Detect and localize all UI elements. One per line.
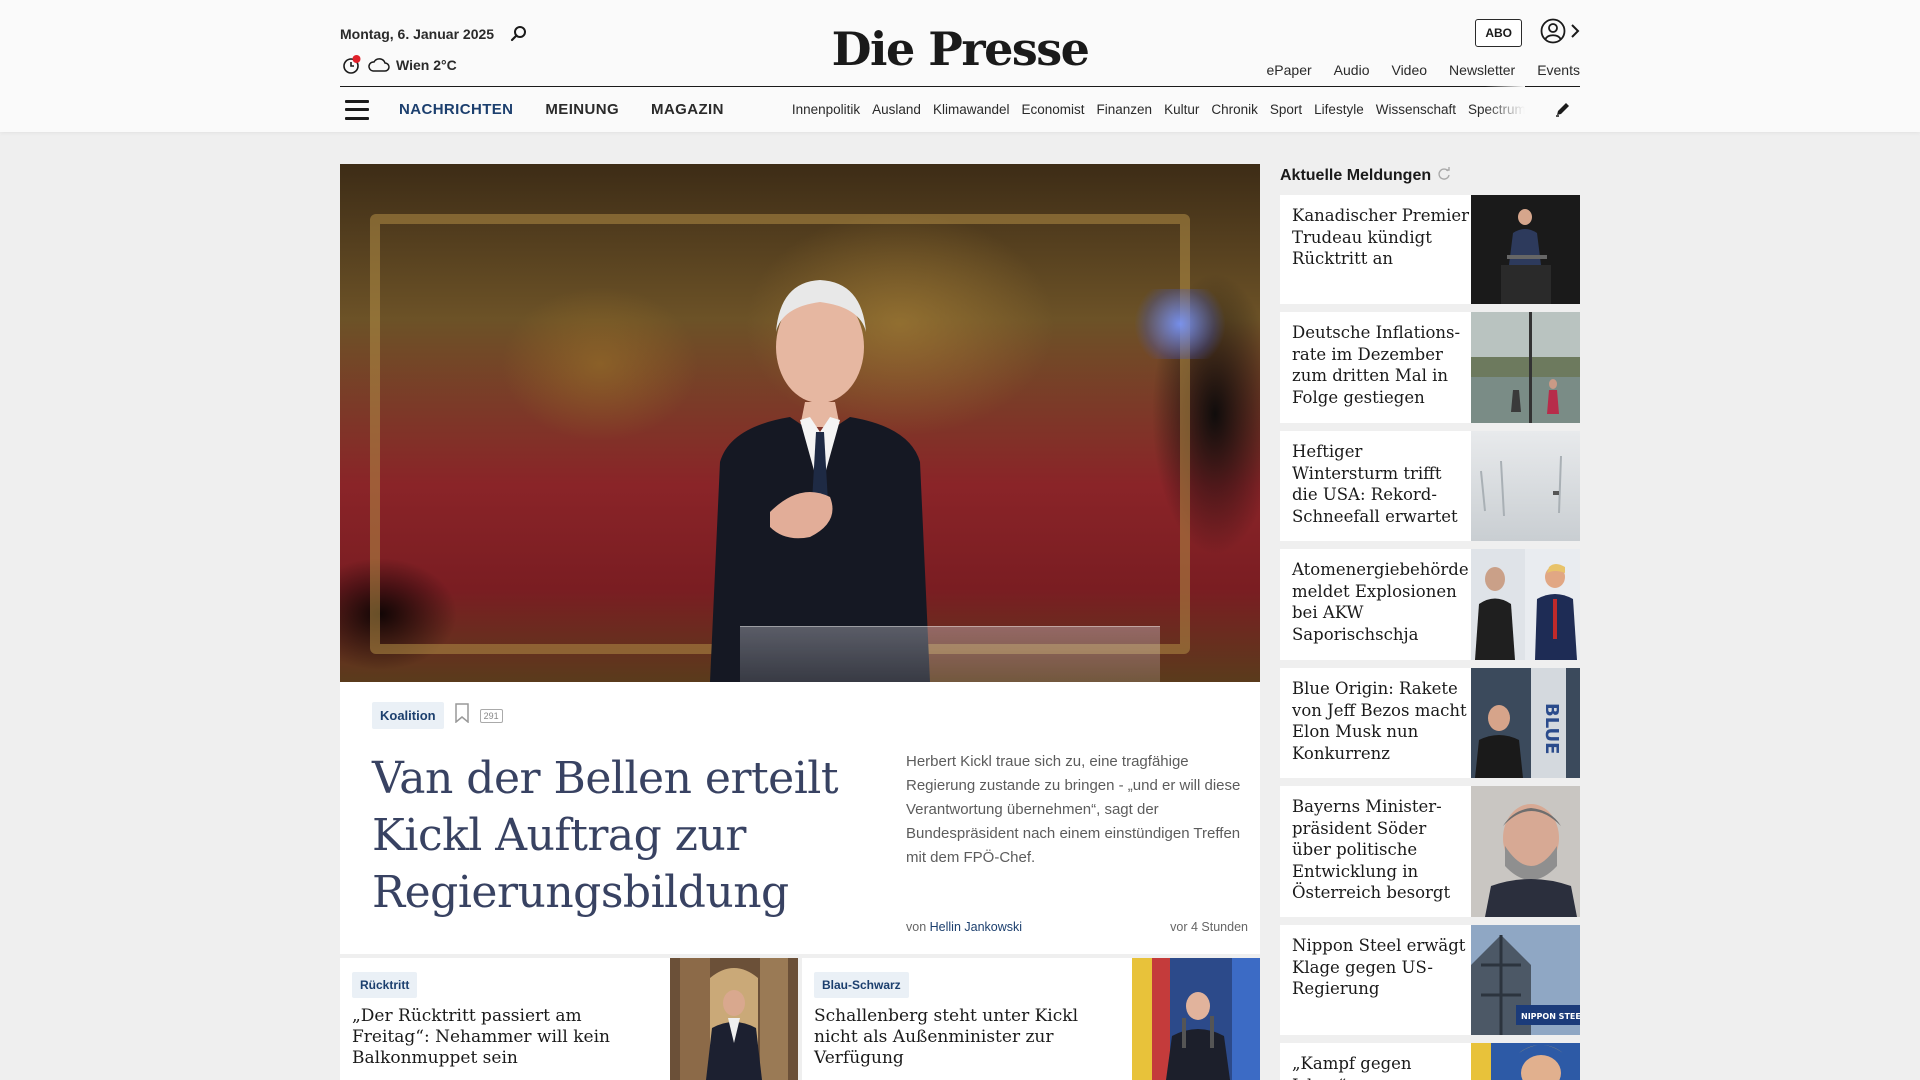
hero-body: Koalition 291 Van der Bellen erteilt Kic…: [340, 682, 1260, 954]
card-title[interactable]: „Der Rücktritt passiert am Freitag“: Neh…: [352, 1006, 662, 1069]
account-button[interactable]: [1540, 18, 1580, 49]
subnav-innenpolitik[interactable]: Innenpolitik: [792, 102, 860, 117]
sidebar-thumb[interactable]: [1471, 1043, 1580, 1080]
article-card-ruecktritt[interactable]: Rücktritt „Der Rücktritt passiert am Fre…: [340, 958, 798, 1080]
sidebar-item-title[interactable]: „Kampf gegen Islam“:: [1292, 1053, 1470, 1080]
hero-image[interactable]: [340, 164, 1260, 682]
main-navigation: NACHRICHTEN MEINUNG MAGAZIN Innenpolitik…: [340, 86, 1580, 132]
article-card-blau-schwarz[interactable]: Blau-Schwarz Schallenberg steht unter Ki…: [802, 958, 1260, 1080]
svg-text:BLUE: BLUE: [1541, 703, 1562, 754]
hero-title[interactable]: Van der Bellen erteilt Kickl Auftrag zur…: [372, 750, 842, 921]
sidebar-thumb[interactable]: NIPPON STEEL: [1471, 925, 1580, 1035]
chevron-right-icon: [1570, 23, 1580, 43]
speaker-figure: [710, 280, 930, 682]
hero-teaser: Herbert Kickl traue sich zu, eine tragfä…: [906, 753, 1241, 866]
abo-button[interactable]: ABO: [1475, 19, 1522, 47]
comments-count[interactable]: 291: [479, 708, 503, 723]
sidebar-item[interactable]: Heftiger Wintersturm trifft die USA: Rek…: [1280, 431, 1580, 541]
subnav-sport[interactable]: Sport: [1270, 102, 1302, 117]
nav-meinung[interactable]: MEINUNG: [545, 101, 619, 118]
bookmark-icon[interactable]: [454, 703, 470, 728]
weather-text: Wien 2°C: [396, 57, 457, 73]
edit-pen-icon[interactable]: [1554, 100, 1572, 123]
sidebar-item-title[interactable]: Nippon Steel erwägt Klage gegen US-Regie…: [1292, 935, 1470, 1000]
site-header: Montag, 6. Januar 2025 Wien 2°C Die Pres…: [0, 0, 1920, 132]
card-image[interactable]: [1132, 958, 1260, 1080]
subnav-economist[interactable]: Economist: [1022, 102, 1085, 117]
sidebar-item-title[interactable]: Blue Origin: Rakete von Jeff Bezos macht…: [1292, 678, 1470, 764]
hero-byline: von Hellin Jankowski: [906, 920, 1022, 934]
sidebar-header: Aktuelle Meldungen: [1280, 164, 1580, 188]
search-icon[interactable]: [508, 23, 530, 45]
subnav-fade: [1485, 86, 1525, 132]
sidebar-item[interactable]: Atomenergiebe­hörde meldet Explosionen b…: [1280, 549, 1580, 660]
current-date: Montag, 6. Januar 2025: [340, 26, 495, 42]
sidebar-item-title[interactable]: Deutsche Inflations­rate im Dezember zum…: [1292, 322, 1470, 408]
hero-article[interactable]: Koalition 291 Van der Bellen erteilt Kic…: [340, 164, 1260, 954]
subnav-lifestyle[interactable]: Lifestyle: [1314, 102, 1364, 117]
sidebar-item-title[interactable]: Heftiger Wintersturm trifft die USA: Rek…: [1292, 441, 1470, 527]
byline-prefix: von: [906, 920, 927, 934]
sidebar-item[interactable]: Bayerns Minister­präsident Söder über po…: [1280, 786, 1580, 917]
sidebar-item[interactable]: „Kampf gegen Islam“:: [1280, 1043, 1580, 1080]
link-events[interactable]: Events: [1537, 62, 1580, 78]
author-link[interactable]: Hellin Jankowski: [930, 920, 1022, 934]
subnav-klimawandel[interactable]: Klimawandel: [933, 102, 1010, 117]
sidebar-thumb[interactable]: [1471, 312, 1580, 423]
menu-icon[interactable]: [345, 99, 369, 120]
card-tag[interactable]: Rücktritt: [352, 972, 418, 998]
sidebar-thumb[interactable]: [1471, 431, 1580, 541]
sidebar-item[interactable]: Kanadischer Premier Trudeau kündigt Rück…: [1280, 195, 1580, 304]
card-image[interactable]: [670, 958, 798, 1080]
user-icon: [1540, 18, 1566, 49]
notification-clock-icon[interactable]: [340, 54, 362, 76]
sidebar-item-title[interactable]: Bayerns Minister­präsident Söder über po…: [1292, 796, 1470, 904]
sidebar-thumb[interactable]: [1471, 786, 1580, 917]
cloud-icon: [368, 54, 390, 76]
refresh-icon[interactable]: [1437, 166, 1451, 186]
sidebar-item[interactable]: Deutsche Inflations­rate im Dezember zum…: [1280, 312, 1580, 423]
svg-text:NIPPON STEEL: NIPPON STEEL: [1521, 1012, 1580, 1021]
link-video[interactable]: Video: [1391, 62, 1427, 78]
header-right: ABO ePaper Audio Video Newsletter Events: [1267, 18, 1580, 78]
sidebar-item-title[interactable]: Atomenergiebe­hörde meldet Explosionen b…: [1292, 559, 1470, 645]
sidebar-item-title[interactable]: Kanadischer Premier Trudeau kündigt Rück…: [1292, 205, 1470, 270]
subnav-kultur[interactable]: Kultur: [1164, 102, 1199, 117]
sidebar-title: Aktuelle Meldungen: [1280, 167, 1432, 184]
site-logo[interactable]: Die Presse: [832, 22, 1090, 76]
lectern: [740, 626, 1160, 682]
sidebar-item[interactable]: Blue Origin: Rakete von Jeff Bezos macht…: [1280, 668, 1580, 778]
sidebar-thumb[interactable]: [1471, 195, 1580, 304]
link-epaper[interactable]: ePaper: [1267, 62, 1312, 78]
nav-nachrichten[interactable]: NACHRICHTEN: [399, 101, 513, 118]
card-tag[interactable]: Blau-Schwarz: [814, 972, 909, 998]
subnav-finanzen[interactable]: Finanzen: [1097, 102, 1153, 117]
sidebar-thumb[interactable]: BLUE: [1471, 668, 1580, 778]
camera-screen-glow: [1135, 289, 1225, 359]
sidebar-item[interactable]: Nippon Steel erwägt Klage gegen US-Regie…: [1280, 925, 1580, 1035]
subnav-wissenschaft[interactable]: Wissenschaft: [1376, 102, 1456, 117]
link-newsletter[interactable]: Newsletter: [1449, 62, 1515, 78]
latest-news-sidebar: Aktuelle Meldungen: [1280, 164, 1580, 188]
nav-magazin[interactable]: MAGAZIN: [651, 101, 724, 118]
site-logo-wrap: Die Presse: [0, 22, 1920, 76]
hero-timestamp: vor 4 Stunden: [1170, 920, 1248, 934]
sub-navigation: Innenpolitik Ausland Klimawandel Economi…: [792, 102, 1552, 117]
hero-tag[interactable]: Koalition: [372, 702, 444, 729]
header-left: Montag, 6. Januar 2025 Wien 2°C: [340, 22, 530, 76]
header-links: ePaper Audio Video Newsletter Events: [1267, 62, 1580, 78]
link-audio[interactable]: Audio: [1334, 62, 1370, 78]
subnav-ausland[interactable]: Ausland: [872, 102, 921, 117]
card-title[interactable]: Schallenberg steht unter Kickl nicht als…: [814, 1006, 1124, 1069]
subnav-chronik[interactable]: Chronik: [1211, 102, 1258, 117]
sidebar-thumb[interactable]: [1471, 549, 1580, 660]
